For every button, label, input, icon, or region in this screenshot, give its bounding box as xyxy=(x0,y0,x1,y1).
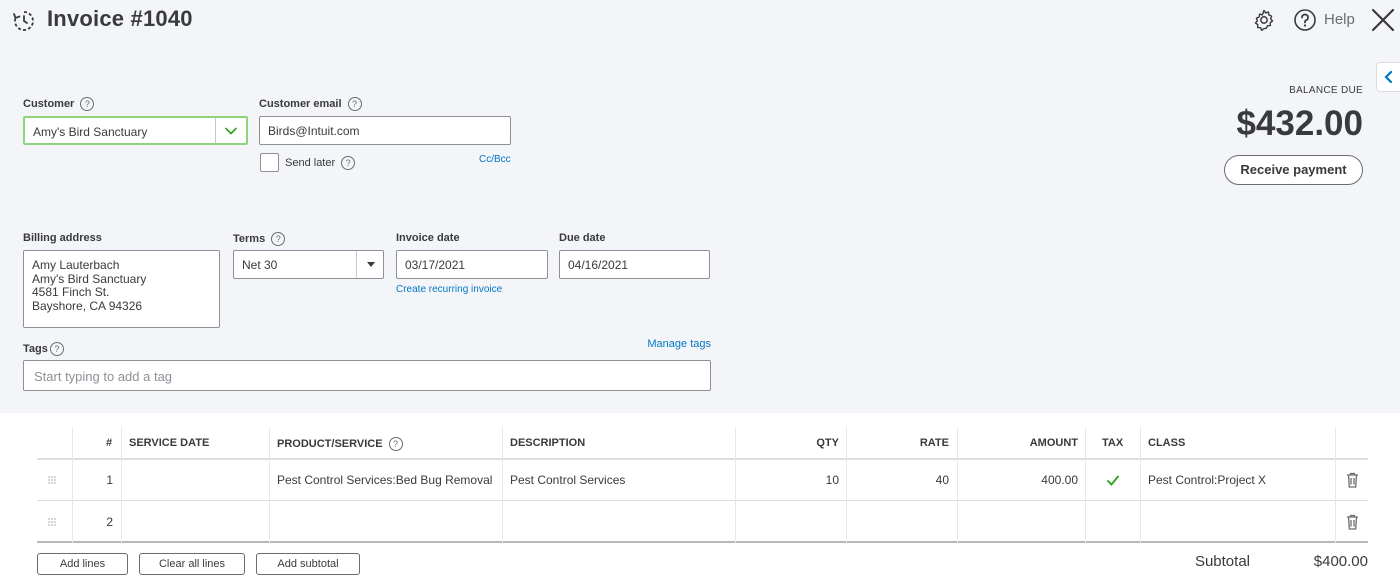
subtotal-value: $400.00 xyxy=(1313,553,1368,570)
column-divider xyxy=(1140,427,1141,543)
billing-address-field[interactable]: Amy Lauterbach Amy's Bird Sanctuary 4581… xyxy=(23,250,220,328)
balance-due-amount: $432.00 xyxy=(1236,104,1363,143)
col-header-tax: TAX xyxy=(1102,437,1124,449)
add-lines-button[interactable]: Add lines xyxy=(37,553,128,575)
send-later-help-icon[interactable]: ? xyxy=(341,156,356,170)
manage-tags-link[interactable]: Manage tags xyxy=(600,338,711,350)
class-cell[interactable]: Pest Control:Project X xyxy=(1148,473,1266,487)
send-later-checkbox[interactable] xyxy=(260,153,279,172)
col-header-product: PRODUCT/SERVICE? xyxy=(277,437,403,451)
description-cell[interactable]: Pest Control Services xyxy=(510,473,625,487)
page-title: Invoice #1040 xyxy=(47,6,193,31)
billing-line: 4581 Finch St. xyxy=(32,285,110,299)
drag-handle-icon[interactable] xyxy=(47,517,57,527)
terms-label-row: Terms? xyxy=(233,232,286,246)
add-subtotal-button[interactable]: Add subtotal xyxy=(256,553,360,575)
col-header-class: CLASS xyxy=(1148,437,1186,449)
invoice-date-value: 03/17/2021 xyxy=(405,258,466,272)
col-header-rate: RATE xyxy=(919,437,949,449)
column-divider xyxy=(269,427,270,543)
invoice-form-header-area xyxy=(0,0,1400,413)
rate-cell[interactable]: 40 xyxy=(887,473,949,487)
table-header-row: # SERVICE DATE PRODUCT/SERVICE? DESCRIPT… xyxy=(37,427,1368,460)
gear-icon[interactable] xyxy=(1252,8,1276,32)
drag-handle-icon[interactable] xyxy=(47,475,57,485)
product-cell[interactable]: Pest Control Services:Bed Bug Removal xyxy=(277,473,492,487)
receive-payment-button[interactable]: Receive payment xyxy=(1224,155,1363,185)
column-divider xyxy=(1085,427,1086,543)
column-divider xyxy=(72,427,73,543)
product-help-icon[interactable]: ? xyxy=(388,437,403,451)
row-number: 1 xyxy=(106,473,113,487)
email-label-row: Customer email? xyxy=(259,97,362,111)
qty-cell[interactable]: 10 xyxy=(777,473,839,487)
column-divider xyxy=(735,427,736,543)
tags-label: Tags xyxy=(23,342,48,355)
tags-label-row: Tags? xyxy=(23,342,64,356)
billing-line: Amy Lauterbach xyxy=(32,258,120,272)
column-divider xyxy=(1335,427,1336,543)
product-header-label: PRODUCT/SERVICE xyxy=(277,437,383,450)
collapse-panel-tab[interactable] xyxy=(1376,62,1400,92)
billing-line: Amy's Bird Sanctuary xyxy=(32,271,147,286)
close-icon[interactable] xyxy=(1370,7,1396,33)
terms-label: Terms xyxy=(233,232,266,245)
balance-due-label: BALANCE DUE xyxy=(1289,85,1363,96)
column-divider xyxy=(121,427,122,543)
col-header-amount: AMOUNT xyxy=(1029,437,1078,449)
send-later-row: Send later? xyxy=(285,156,356,170)
customer-label-row: Customer? xyxy=(23,97,95,111)
send-later-label: Send later xyxy=(285,156,336,169)
billing-line: Bayshore, CA 94326 xyxy=(32,298,143,313)
column-divider xyxy=(957,427,958,543)
row-number: 2 xyxy=(106,515,113,529)
col-header-qty: QTY xyxy=(816,437,839,449)
due-date-field[interactable]: 04/16/2021 xyxy=(559,250,710,279)
trash-icon[interactable] xyxy=(1346,472,1359,488)
terms-select[interactable]: Net 30 xyxy=(233,250,384,279)
invoice-date-field[interactable]: 03/17/2021 xyxy=(396,250,548,279)
chevron-left-icon xyxy=(1384,71,1393,83)
line-items-table: # SERVICE DATE PRODUCT/SERVICE? DESCRIPT… xyxy=(37,427,1368,545)
tags-help-icon[interactable]: ? xyxy=(49,342,64,356)
column-divider xyxy=(846,427,847,543)
create-recurring-invoice-link[interactable]: Create recurring invoice xyxy=(396,284,502,295)
history-icon[interactable] xyxy=(12,9,36,33)
divider xyxy=(215,118,216,143)
terms-value: Net 30 xyxy=(242,258,278,272)
terms-help-icon[interactable]: ? xyxy=(271,232,286,246)
clear-all-lines-button[interactable]: Clear all lines xyxy=(139,553,245,575)
column-divider xyxy=(502,427,503,543)
customer-label: Customer xyxy=(23,97,75,110)
customer-email-field[interactable]: Birds@Intuit.com xyxy=(259,116,511,145)
invoice-date-label: Invoice date xyxy=(396,232,460,244)
billing-address-lines: Amy Lauterbach Amy's Bird Sanctuary 4581… xyxy=(32,258,147,313)
due-date-label: Due date xyxy=(559,232,606,244)
amount-cell[interactable]: 400.00 xyxy=(997,473,1078,487)
chevron-down-icon[interactable] xyxy=(224,124,238,138)
table-row[interactable]: 1 Pest Control Services:Bed Bug Removal … xyxy=(37,460,1368,501)
help-label[interactable]: Help xyxy=(1324,11,1355,28)
tax-check-icon[interactable] xyxy=(1107,475,1119,486)
subtotal-label: Subtotal xyxy=(1194,553,1250,570)
customer-email-value: Birds@Intuit.com xyxy=(268,124,360,138)
col-header-service-date: SERVICE DATE xyxy=(129,437,210,449)
billing-address-label: Billing address xyxy=(23,232,102,244)
customer-select[interactable]: Amy's Bird Sanctuary xyxy=(23,116,248,145)
tags-input[interactable]: Start typing to add a tag xyxy=(23,360,711,391)
email-help-icon[interactable]: ? xyxy=(347,97,362,111)
col-header-num: # xyxy=(106,437,113,449)
caret-down-icon[interactable] xyxy=(367,262,375,267)
tags-placeholder: Start typing to add a tag xyxy=(34,369,173,384)
due-date-value: 04/16/2021 xyxy=(568,258,629,272)
customer-value: Amy's Bird Sanctuary xyxy=(33,125,148,139)
divider xyxy=(356,251,357,278)
email-label: Customer email xyxy=(259,97,342,110)
help-icon[interactable] xyxy=(1293,8,1317,32)
customer-help-icon[interactable]: ? xyxy=(80,97,95,111)
cc-bcc-link[interactable]: Cc/Bcc xyxy=(479,154,511,165)
col-header-description: DESCRIPTION xyxy=(510,437,586,449)
trash-icon[interactable] xyxy=(1346,514,1359,530)
table-row[interactable]: 2 xyxy=(37,502,1368,543)
